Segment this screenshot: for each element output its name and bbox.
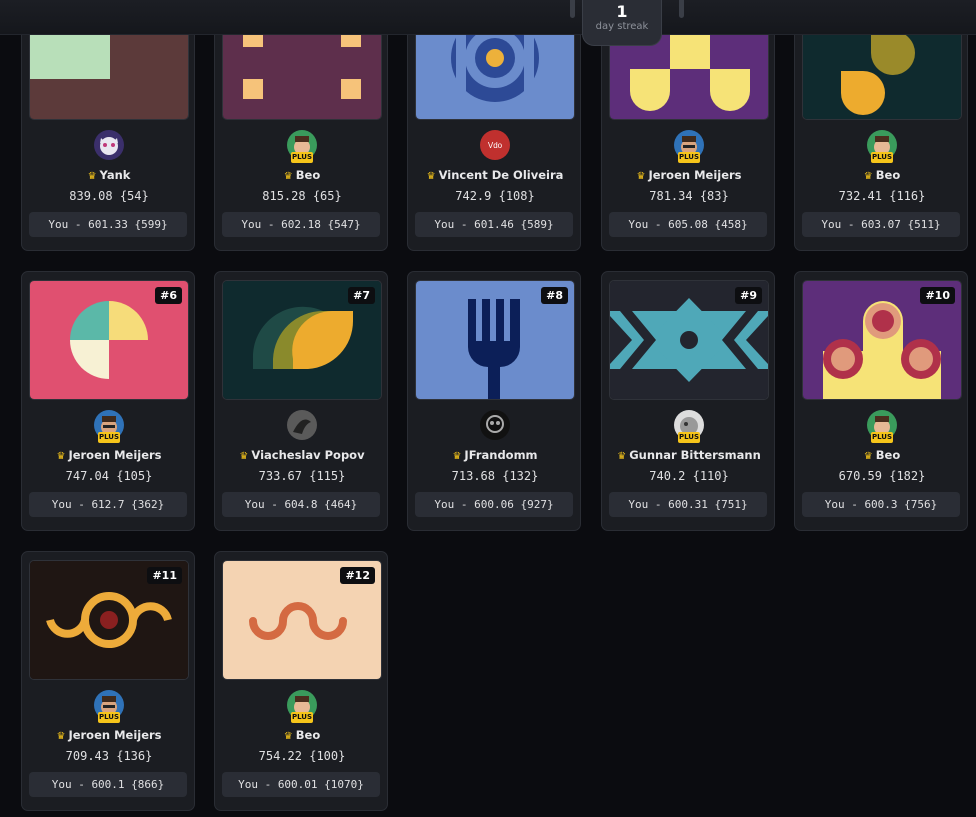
- leaderboard-card[interactable]: #6 PLUS ♛ Jeroen Meijers 747.04 {105} You…: [21, 271, 195, 531]
- leaderboard-card[interactable]: #7 ♛ Viacheslav Popov 733.67 {115} You - …: [214, 271, 388, 531]
- your-score: You - 605.08 {458}: [609, 212, 767, 237]
- rank-badge: #12: [340, 567, 375, 584]
- player-name[interactable]: ♛ Gunnar Bittersmann: [602, 448, 776, 462]
- player-score: 733.67 {115}: [258, 469, 346, 483]
- target-thumbnail[interactable]: #6: [29, 280, 189, 400]
- crown-icon: ♛: [863, 171, 873, 182]
- crown-icon: ♛: [636, 171, 646, 182]
- plus-badge: PLUS: [291, 152, 313, 163]
- leaderboard-card[interactable]: PLUS ♛ Beo 815.28 {65} You - 602.18 {547}: [214, 0, 388, 251]
- user-avatar[interactable]: [287, 410, 317, 440]
- your-score: You - 600.31 {751}: [609, 492, 767, 517]
- user-avatar[interactable]: Vdo: [480, 130, 510, 160]
- your-score: You - 600.1 {866}: [29, 772, 187, 797]
- your-score: You - 612.7 {362}: [29, 492, 187, 517]
- leaderboard-card[interactable]: Vdo ♛ Vincent De Oliveira 742.9 {108} You…: [407, 0, 581, 251]
- avatar-initials: Vdo: [488, 141, 503, 150]
- player-name[interactable]: ♛ Jeroen Meijers: [22, 448, 196, 462]
- player-name[interactable]: ♛ Jeroen Meijers: [602, 168, 776, 182]
- streak-drip-decoration: [679, 0, 684, 18]
- streak-label: day streak: [595, 21, 649, 32]
- crown-icon: ♛: [239, 451, 249, 462]
- your-score: You - 600.01 {1070}: [222, 772, 380, 797]
- player-score: 670.59 {182}: [838, 469, 926, 483]
- leaderboard-card[interactable]: #11 PLUS ♛ Jeroen Meijers 709.43 {136} Yo…: [21, 551, 195, 811]
- player-name[interactable]: ♛ Viacheslav Popov: [215, 448, 389, 462]
- streak-count: 1: [616, 2, 628, 21]
- top-bar: [0, 0, 976, 35]
- player-name[interactable]: ♛ Beo: [215, 728, 389, 742]
- target-thumbnail[interactable]: #12: [222, 560, 382, 680]
- leaderboard-card[interactable]: #10 PLUS ♛ Beo 670.59 {182} You - 600.3 {…: [794, 271, 968, 531]
- target-thumbnail[interactable]: #11: [29, 560, 189, 680]
- player-score: 815.28 {65}: [262, 189, 342, 203]
- rank-badge: #11: [147, 567, 182, 584]
- plus-badge: PLUS: [871, 432, 893, 443]
- rank-badge: #8: [541, 287, 568, 304]
- streak-badge[interactable]: 1 day streak: [582, 0, 662, 46]
- target-thumbnail[interactable]: #10: [802, 280, 962, 400]
- your-score: You - 601.33 {599}: [29, 212, 187, 237]
- player-score: 742.9 {108}: [455, 189, 535, 203]
- player-name[interactable]: ♛ Jeroen Meijers: [22, 728, 196, 742]
- player-score: 709.43 {136}: [65, 749, 153, 763]
- your-score: You - 600.06 {927}: [415, 492, 573, 517]
- plus-badge: PLUS: [678, 152, 700, 163]
- crown-icon: ♛: [283, 731, 293, 742]
- crown-icon: ♛: [56, 731, 66, 742]
- player-score: 732.41 {116}: [838, 189, 926, 203]
- crown-icon: ♛: [56, 451, 66, 462]
- leaderboard-card[interactable]: #8 ♛ JFrandomm 713.68 {132} You - 600.06 …: [407, 271, 581, 531]
- rank-badge: #7: [348, 287, 375, 304]
- player-score: 740.2 {110}: [649, 469, 729, 483]
- plus-badge: PLUS: [871, 152, 893, 163]
- player-name[interactable]: ♛ Beo: [795, 168, 969, 182]
- your-score: You - 601.46 {589}: [415, 212, 573, 237]
- leaderboard-card[interactable]: #12 PLUS ♛ Beo 754.22 {100} You - 600.01 …: [214, 551, 388, 811]
- leaderboard-card[interactable]: ♛ Yank 839.08 {54} You - 601.33 {599}: [21, 0, 195, 251]
- your-score: You - 602.18 {547}: [222, 212, 380, 237]
- leaderboard-card[interactable]: PLUS ♛ Beo 732.41 {116} You - 603.07 {511…: [794, 0, 968, 251]
- rank-badge: #10: [920, 287, 955, 304]
- streak-drip-decoration: [570, 0, 575, 18]
- your-score: You - 604.8 {464}: [222, 492, 380, 517]
- player-score: 781.34 {83}: [649, 189, 729, 203]
- plus-badge: PLUS: [98, 712, 120, 723]
- player-score: 747.04 {105}: [65, 469, 153, 483]
- plus-badge: PLUS: [291, 712, 313, 723]
- crown-icon: ♛: [617, 451, 627, 462]
- target-thumbnail[interactable]: #7: [222, 280, 382, 400]
- your-score: You - 603.07 {511}: [802, 212, 960, 237]
- player-score: 839.08 {54}: [69, 189, 149, 203]
- crown-icon: ♛: [87, 171, 97, 182]
- user-avatar[interactable]: [480, 410, 510, 440]
- plus-badge: PLUS: [678, 432, 700, 443]
- target-thumbnail[interactable]: #9: [609, 280, 769, 400]
- player-name[interactable]: ♛ Beo: [215, 168, 389, 182]
- crown-icon: ♛: [452, 451, 462, 462]
- player-name[interactable]: ♛ JFrandomm: [408, 448, 582, 462]
- leaderboard-card[interactable]: #9 PLUS ♛ Gunnar Bittersmann 740.2 {110} …: [601, 271, 775, 531]
- rank-badge: #9: [735, 287, 762, 304]
- plus-badge: PLUS: [98, 432, 120, 443]
- user-avatar[interactable]: [94, 130, 124, 160]
- player-name[interactable]: ♛ Beo: [795, 448, 969, 462]
- crown-icon: ♛: [283, 171, 293, 182]
- target-thumbnail[interactable]: #8: [415, 280, 575, 400]
- rank-badge: #6: [155, 287, 182, 304]
- player-name[interactable]: ♛ Vincent De Oliveira: [408, 168, 582, 182]
- player-score: 713.68 {132}: [451, 469, 539, 483]
- crown-icon: ♛: [426, 171, 436, 182]
- your-score: You - 600.3 {756}: [802, 492, 960, 517]
- player-name[interactable]: ♛ Yank: [22, 168, 196, 182]
- crown-icon: ♛: [863, 451, 873, 462]
- player-score: 754.22 {100}: [258, 749, 346, 763]
